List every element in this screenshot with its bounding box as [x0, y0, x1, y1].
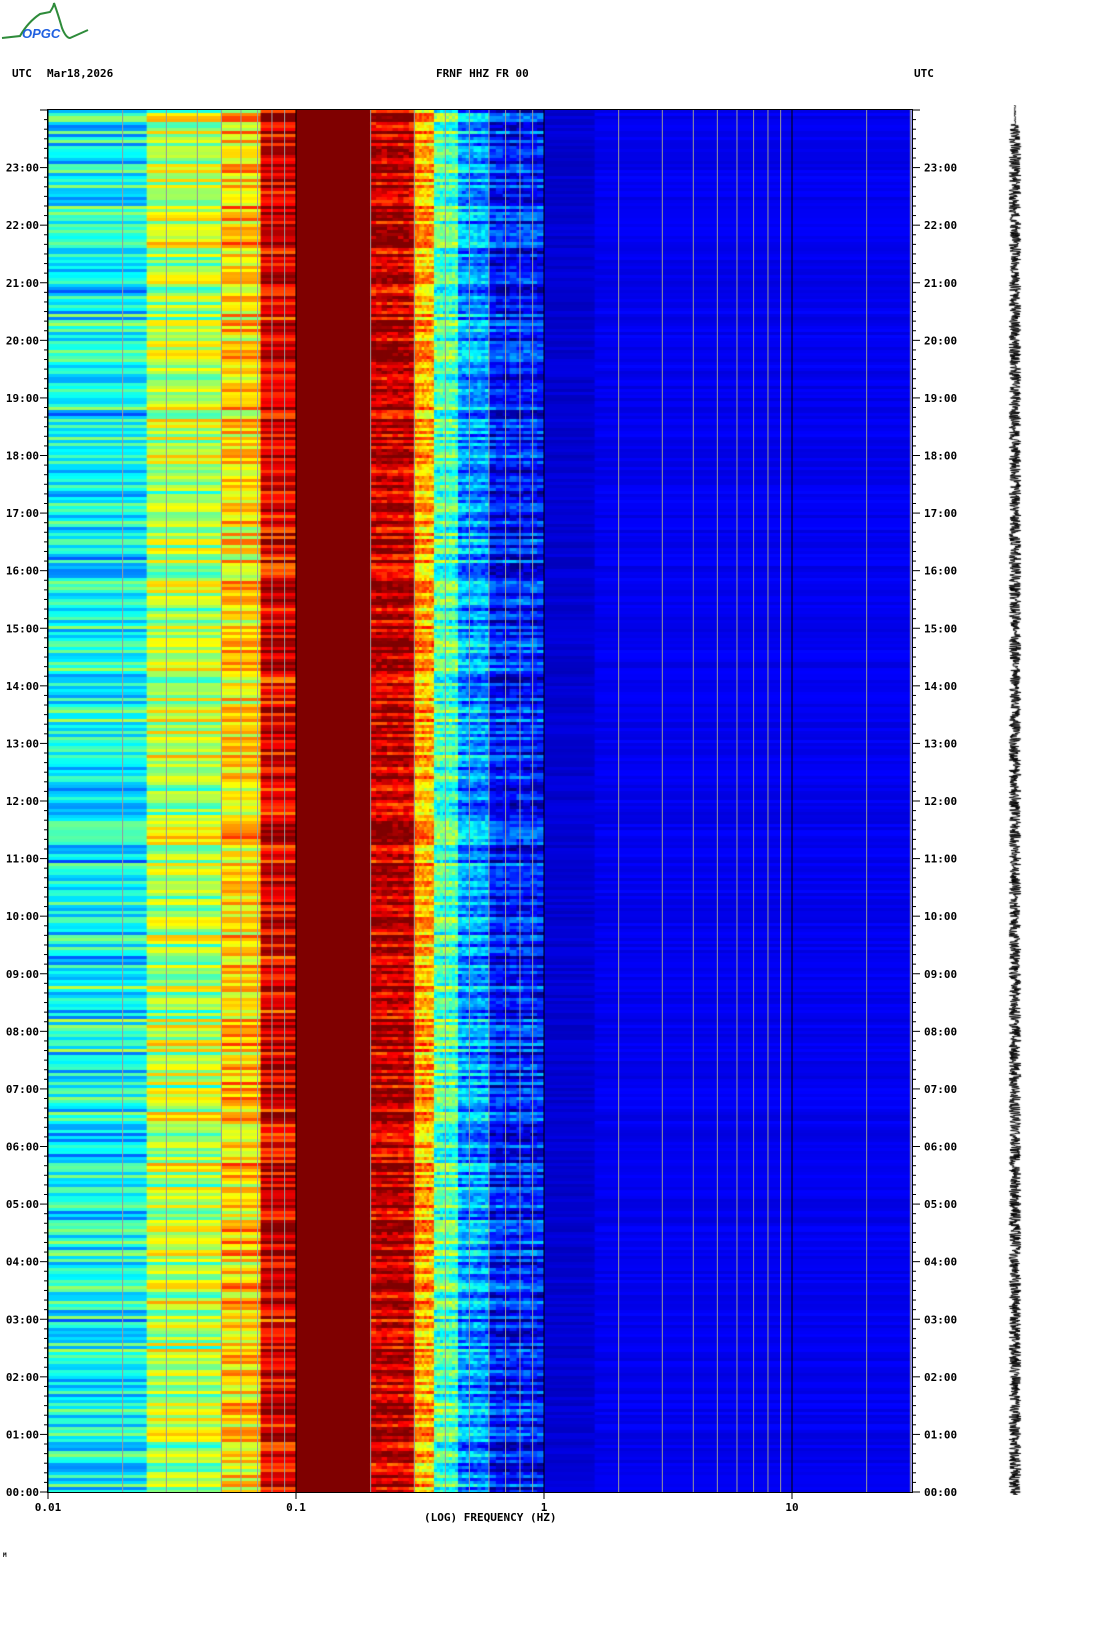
y-tick-label-left: 08:00 — [6, 1025, 39, 1038]
y-tick-label-left: 12:00 — [6, 795, 39, 808]
spectrogram-page: OPGC UTC Mar18,2026 FRNF HHZ FR 00 UTC 0… — [0, 0, 1102, 1634]
y-tick-label-right: 15:00 — [924, 622, 957, 635]
y-tick-label-right: 22:00 — [924, 219, 957, 232]
footer-mark: M — [3, 1552, 7, 1559]
y-tick-label-left: 01:00 — [6, 1428, 39, 1441]
y-tick-label-left: 22:00 — [6, 219, 39, 232]
y-tick-label-right: 10:00 — [924, 910, 957, 923]
y-tick-label-left: 13:00 — [6, 737, 39, 750]
y-tick-label-right: 09:00 — [924, 968, 957, 981]
x-tick-label: 10 — [785, 1501, 798, 1514]
y-tick-label-left: 18:00 — [6, 450, 39, 463]
x-tick-label: 0.01 — [35, 1501, 62, 1514]
seismogram-trace — [1000, 105, 1030, 1495]
y-tick-label-right: 20:00 — [924, 334, 957, 347]
y-tick-label-right: 01:00 — [924, 1428, 957, 1441]
y-tick-label-left: 02:00 — [6, 1371, 39, 1384]
y-tick-label-left: 06:00 — [6, 1141, 39, 1154]
y-tick-label-left: 16:00 — [6, 565, 39, 578]
y-tick-label-right: 13:00 — [924, 737, 957, 750]
y-tick-label-left: 17:00 — [6, 507, 39, 520]
y-tick-label-right: 18:00 — [924, 450, 957, 463]
y-tick-label-right: 04:00 — [924, 1256, 957, 1269]
x-tick-label: 0.1 — [286, 1501, 306, 1514]
axes: 0.01 0.1 1 1000:00 00:0001:00 01:0002:00 02:00… — [6, 109, 957, 1514]
y-tick-label-left: 21:00 — [6, 277, 39, 290]
y-tick-label-right: 00:00 — [924, 1486, 957, 1499]
y-tick-label-left: 14:00 — [6, 680, 39, 693]
y-tick-label-left: 11:00 — [6, 853, 39, 866]
y-tick-label-right: 06:00 — [924, 1141, 957, 1154]
y-tick-label-left: 10:00 — [6, 910, 39, 923]
y-tick-label-right: 16:00 — [924, 565, 957, 578]
y-tick-label-left: 05:00 — [6, 1198, 39, 1211]
y-tick-label-right: 08:00 — [924, 1025, 957, 1038]
y-tick-label-left: 04:00 — [6, 1256, 39, 1269]
y-tick-label-right: 11:00 — [924, 853, 957, 866]
y-tick-label-right: 02:00 — [924, 1371, 957, 1384]
y-tick-label-right: 05:00 — [924, 1198, 957, 1211]
x-axis-label: (LOG) FREQUENCY (HZ) — [424, 1511, 557, 1524]
y-tick-label-right: 17:00 — [924, 507, 957, 520]
y-tick-label-left: 07:00 — [6, 1083, 39, 1096]
y-tick-label-right: 12:00 — [924, 795, 957, 808]
y-tick-label-left: 23:00 — [6, 162, 39, 175]
y-tick-label-left: 00:00 — [6, 1486, 39, 1499]
y-tick-label-right: 19:00 — [924, 392, 957, 405]
y-tick-label-right: 23:00 — [924, 162, 957, 175]
y-tick-label-left: 20:00 — [6, 334, 39, 347]
y-tick-label-right: 21:00 — [924, 277, 957, 290]
y-tick-label-right: 14:00 — [924, 680, 957, 693]
y-tick-label-left: 09:00 — [6, 968, 39, 981]
y-tick-label-right: 03:00 — [924, 1313, 957, 1326]
y-tick-label-right: 07:00 — [924, 1083, 957, 1096]
y-tick-label-left: 15:00 — [6, 622, 39, 635]
y-tick-label-left: 19:00 — [6, 392, 39, 405]
y-tick-label-left: 03:00 — [6, 1313, 39, 1326]
